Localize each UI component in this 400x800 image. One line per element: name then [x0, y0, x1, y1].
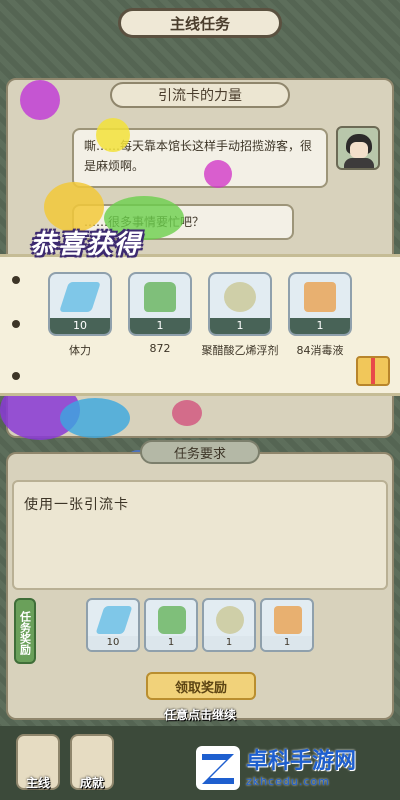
dialogue-title: 引流卡的力量	[110, 82, 290, 108]
reward-label: 聚醋酸乙烯浮剂	[201, 344, 279, 357]
task-reward-count: 1	[204, 636, 254, 650]
reward-label: 872	[149, 342, 171, 355]
banner-dot	[12, 320, 20, 328]
reward-count: 10	[50, 318, 110, 334]
paint-splash-decoration	[96, 118, 130, 152]
disinfectant-bottle-icon	[304, 282, 336, 312]
paint-splash-decoration	[20, 80, 60, 120]
task-reward-count: 1	[146, 636, 196, 650]
cleaner-bottle-icon	[158, 606, 186, 634]
task-reward-disinfectant: 1	[260, 598, 314, 652]
task-reward-count: 10	[88, 636, 138, 650]
paint-splash-decoration	[60, 398, 130, 438]
chemical-can-icon	[224, 282, 256, 312]
reward-count: 1	[210, 318, 270, 334]
tap-to-continue-hint[interactable]: 任意点击继续	[0, 706, 400, 723]
chemical-can-icon	[216, 606, 244, 634]
reward-item-disinfectant: 1	[288, 272, 352, 336]
banner-dot	[12, 276, 20, 284]
watermark-url: zkhcedu.com	[246, 774, 330, 788]
curator-avatar	[336, 126, 380, 170]
task-title: 任务要求	[140, 440, 260, 464]
reward-item-cleaner: 1	[128, 272, 192, 336]
stamina-crystal-icon	[95, 606, 133, 634]
watermark-logo-icon	[196, 746, 240, 790]
claim-reward-button[interactable]: 领取奖励	[146, 672, 256, 700]
reward-label: 84消毒液	[296, 344, 344, 357]
reward-count: 1	[290, 318, 350, 334]
task-reward-count: 1	[262, 636, 312, 650]
gift-box-icon	[356, 356, 390, 386]
nav-achievement-label: 成就	[79, 776, 104, 790]
task-description: 使用一张引流卡	[12, 480, 388, 590]
task-reward-stamina: 10	[86, 598, 140, 652]
reward-item-chemical: 1	[208, 272, 272, 336]
stamina-crystal-icon	[59, 282, 101, 312]
reward-label: 体力	[69, 344, 91, 357]
reward-item-stamina: 10	[48, 272, 112, 336]
site-watermark: 卓科手游网 zkhcedu.com	[196, 742, 392, 794]
reward-heading: 恭喜获得	[30, 230, 143, 260]
page-title: 主线任务	[118, 8, 282, 38]
banner-dot	[12, 372, 20, 380]
cleaner-bottle-icon	[144, 282, 176, 312]
task-reward-cleaner: 1	[144, 598, 198, 652]
paint-splash-decoration	[172, 400, 202, 426]
disinfectant-bottle-icon	[274, 606, 302, 634]
task-reward-chemical: 1	[202, 598, 256, 652]
paint-splash-decoration	[204, 160, 232, 188]
nav-main-line-label: 主线	[25, 776, 50, 790]
reward-count: 1	[130, 318, 190, 334]
watermark-title: 卓科手游网	[246, 748, 357, 774]
task-reward-label: 任务奖励	[14, 598, 36, 664]
